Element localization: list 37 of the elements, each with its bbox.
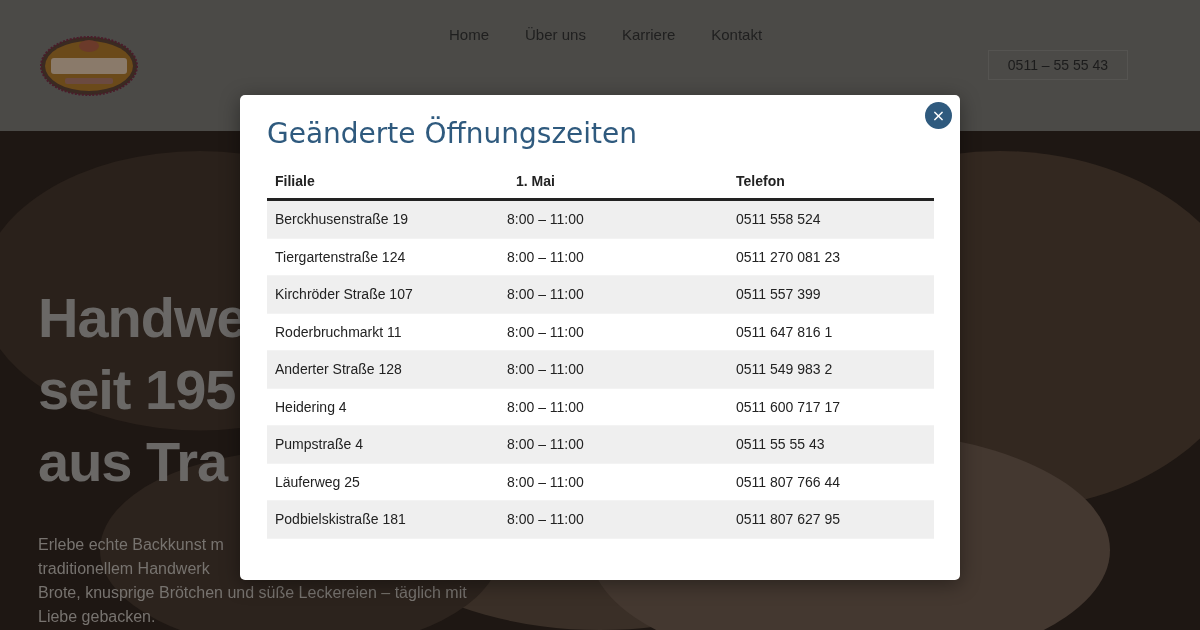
table-cell: 8:00 – 11:00	[499, 238, 728, 276]
table-cell: 8:00 – 11:00	[499, 275, 728, 313]
table-cell: Pumpstraße 4	[267, 425, 499, 463]
table-cell: 8:00 – 11:00	[499, 388, 728, 426]
close-button[interactable]: ×	[925, 102, 952, 129]
table-cell: 8:00 – 11:00	[499, 425, 728, 463]
hero-text: traditionellem Handwerk	[38, 559, 210, 579]
table-cell: 0511 558 524	[728, 199, 934, 238]
table-cell: 0511 549 983 2	[728, 350, 934, 388]
table-cell: Läuferweg 25	[267, 463, 499, 501]
table-cell: 0511 600 717 17	[728, 388, 934, 426]
modal-title: Geänderte Öffnungszeiten	[267, 117, 639, 150]
table-cell: 8:00 – 11:00	[499, 350, 728, 388]
table-cell: Roderbruchmarkt 11	[267, 313, 499, 351]
table-cell: Podbielskistraße 181	[267, 500, 499, 538]
hero-text: Liebe gebacken.	[38, 607, 156, 627]
table-cell: Anderter Straße 128	[267, 350, 499, 388]
table-cell: Kirchröder Straße 107	[267, 275, 499, 313]
table-cell: 0511 807 627 95	[728, 500, 934, 538]
table-cell: 8:00 – 11:00	[499, 313, 728, 351]
table-cell: 8:00 – 11:00	[499, 500, 728, 538]
hero-heading: aus Tra	[38, 429, 228, 495]
table-cell: 0511 557 399	[728, 275, 934, 313]
table-cell: 0511 55 55 43	[728, 425, 934, 463]
table-cell: 0511 807 766 44	[728, 463, 934, 501]
table-cell: Berckhusenstraße 19	[267, 199, 499, 238]
hero-heading: seit 195	[38, 357, 236, 423]
hero-text: Erlebe echte Backkunst m	[38, 535, 224, 555]
hero-text: Brote, knusprige Brötchen und süße Leckereien – täglich mit	[38, 583, 467, 603]
bakery-logo-icon[interactable]	[39, 34, 139, 96]
hero-heading: Handwe	[38, 285, 247, 351]
table-cell: 8:00 – 11:00	[499, 199, 728, 238]
table-cell: Tiergartenstraße 124	[267, 238, 499, 276]
table-cell: 8:00 – 11:00	[499, 463, 728, 501]
table-cell: Heidering 4	[267, 388, 499, 426]
table-cell: 0511 270 081 23	[728, 238, 934, 276]
table-cell: 0511 647 816 1	[728, 313, 934, 351]
